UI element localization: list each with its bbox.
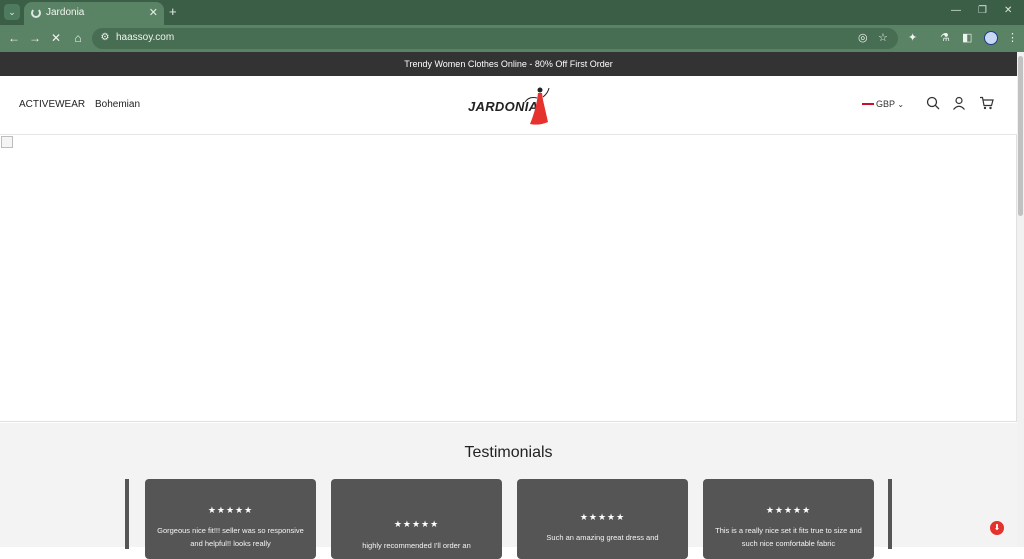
carousel-edge-left [125, 479, 129, 549]
testimonial-quote: Such an amazing great dress and [546, 533, 659, 542]
scrollbar-thumb[interactable] [1018, 56, 1023, 216]
site-logo[interactable]: JARDONIA [468, 84, 553, 130]
profile-avatar[interactable] [984, 31, 998, 45]
user-icon[interactable] [952, 96, 966, 110]
site-header: ACTIVEWEAR Bohemian JARDONIA GBP ⌄ [0, 76, 1017, 135]
restore-icon[interactable]: ❐ [978, 5, 987, 16]
eye-off-icon[interactable]: ◎ [858, 31, 868, 44]
new-tab-icon[interactable]: + [169, 4, 177, 20]
dress-figure-icon [524, 87, 550, 125]
cart-icon[interactable] [979, 96, 994, 110]
chevron-down-icon: ⌄ [897, 100, 905, 109]
forward-icon[interactable]: → [27, 30, 43, 46]
star-rating: ★★★★★ [579, 512, 626, 522]
lab-icon[interactable]: ⚗ [940, 31, 950, 44]
side-panel-icon[interactable]: ◧ [962, 31, 972, 44]
back-icon[interactable]: ← [6, 30, 22, 46]
more-menu-icon[interactable]: ⋮ [1007, 31, 1018, 44]
home-icon[interactable]: ⌂ [70, 30, 86, 46]
site-info-icon[interactable]: ⚙ [98, 31, 112, 45]
star-rating: ★★★★★ [393, 519, 440, 529]
browser-tab-bar: ⌄ Jardonia ✕ + — ❐ ✕ [0, 0, 1024, 25]
close-icon[interactable]: ✕ [149, 6, 158, 19]
browser-tab[interactable]: Jardonia ✕ [24, 2, 164, 25]
currency-selector[interactable]: GBP ⌄ [862, 99, 904, 109]
stop-icon[interactable]: ✕ [48, 30, 64, 46]
star-rating: ★★★★★ [765, 505, 812, 515]
testimonial-quote: This is a really nice set it fits true t… [715, 526, 862, 548]
uk-flag-icon [862, 99, 874, 108]
url-text[interactable]: haassoy.com [116, 32, 174, 43]
testimonials-title: Testimonials [464, 444, 553, 461]
testimonial-card: ★★★★★ This is a really nice set it fits … [703, 479, 874, 559]
testimonial-card: ★★★★★ Gorgeous nice fit!!! seller was so… [145, 479, 316, 559]
hero-banner[interactable] [0, 135, 1017, 422]
announcement-bar: Trendy Women Clothes Online - 80% Off Fi… [0, 52, 1017, 76]
browser-toolbar: ← → ✕ ⌂ ⚙ haassoy.com ◎ ☆ ✦ ⚗ ◧ ⋮ [0, 25, 1024, 52]
nav-item-activewear[interactable]: ACTIVEWEAR [19, 99, 85, 110]
address-bar[interactable]: ⚙ haassoy.com ◎ ☆ [92, 28, 898, 49]
testimonials-section: Testimonials ★★★★★ Gorgeous nice fit!!! … [0, 423, 1017, 559]
tab-title: Jardonia [46, 7, 85, 18]
currency-label: GBP [876, 99, 895, 109]
testimonial-card: ★★★★★ highly recommended I'll order an [331, 479, 502, 559]
extensions-icon[interactable]: ✦ [908, 31, 917, 44]
star-icon[interactable]: ☆ [878, 31, 888, 44]
window-close-icon[interactable]: ✕ [1004, 5, 1012, 16]
nav-item-bohemian[interactable]: Bohemian [95, 99, 140, 110]
testimonial-quote: highly recommended I'll order an [362, 541, 471, 550]
page-scrollbar[interactable] [1017, 52, 1024, 547]
chat-widget-icon[interactable]: ⬇ [990, 521, 1004, 535]
carousel-edge-right [888, 479, 892, 549]
search-icon[interactable] [926, 96, 940, 110]
tab-search-icon[interactable]: ⌄ [4, 4, 20, 20]
star-rating: ★★★★★ [207, 505, 254, 515]
testimonial-card: ★★★★★ Such an amazing great dress and [517, 479, 688, 559]
broken-image-icon [1, 136, 13, 148]
minimize-icon[interactable]: — [951, 5, 961, 16]
testimonial-quote: Gorgeous nice fit!!! seller was so respo… [157, 526, 304, 548]
loading-spinner-icon [31, 8, 41, 18]
